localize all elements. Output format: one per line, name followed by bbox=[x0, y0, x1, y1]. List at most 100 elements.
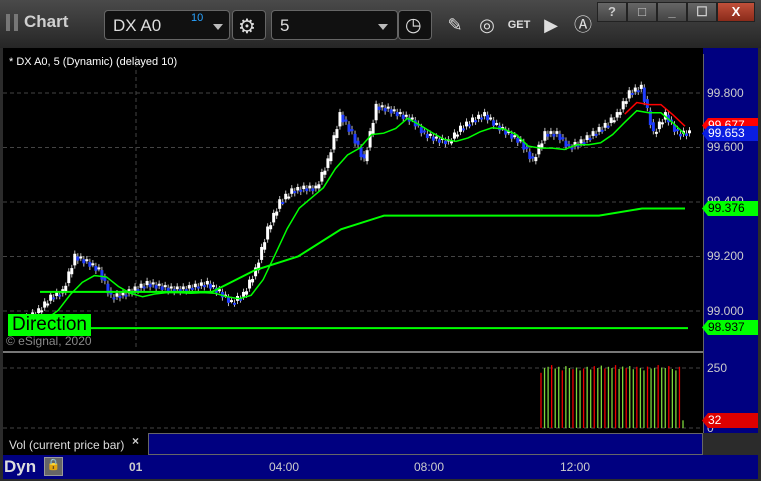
candle bbox=[591, 131, 595, 136]
pane-divider[interactable] bbox=[3, 351, 703, 353]
direction-label: Direction bbox=[8, 314, 91, 336]
candle bbox=[489, 117, 493, 120]
candle bbox=[302, 185, 306, 190]
candle bbox=[389, 109, 393, 114]
candle bbox=[642, 87, 646, 102]
time-label: 04:00 bbox=[269, 460, 300, 474]
candle bbox=[431, 136, 435, 141]
candle bbox=[293, 191, 297, 194]
candle bbox=[422, 130, 426, 133]
candle bbox=[58, 294, 62, 297]
candle bbox=[558, 133, 562, 141]
candle bbox=[40, 310, 44, 313]
candle bbox=[477, 114, 481, 119]
candle bbox=[133, 286, 137, 291]
dynamic-mode-label[interactable]: Dyn bbox=[4, 457, 36, 477]
candle bbox=[226, 297, 230, 303]
candle bbox=[675, 129, 679, 132]
candle bbox=[627, 90, 631, 99]
candle bbox=[398, 112, 402, 115]
candle bbox=[552, 133, 556, 137]
candle bbox=[163, 285, 167, 288]
candle bbox=[154, 285, 158, 289]
candle bbox=[97, 267, 101, 270]
candle bbox=[606, 125, 610, 128]
candle bbox=[317, 184, 321, 189]
candle bbox=[49, 294, 53, 301]
candle bbox=[633, 87, 637, 92]
candle bbox=[202, 285, 206, 288]
candle bbox=[251, 278, 255, 283]
candle bbox=[344, 119, 348, 122]
candle bbox=[91, 263, 95, 266]
candle bbox=[688, 130, 692, 134]
candle bbox=[266, 226, 270, 240]
candle bbox=[290, 188, 294, 194]
candle bbox=[151, 282, 155, 285]
candle bbox=[492, 120, 496, 126]
candle bbox=[455, 134, 459, 137]
candle bbox=[630, 93, 634, 95]
candle bbox=[326, 158, 330, 168]
candle bbox=[510, 133, 514, 139]
candle bbox=[404, 114, 408, 117]
lower-green-tag: 98.937 bbox=[702, 320, 758, 335]
candle bbox=[37, 308, 41, 314]
candle bbox=[43, 301, 47, 308]
candle bbox=[546, 133, 550, 137]
candle bbox=[480, 117, 484, 120]
candle bbox=[142, 286, 146, 289]
candle bbox=[175, 286, 179, 290]
candle bbox=[570, 147, 574, 150]
close-study-icon[interactable]: × bbox=[132, 434, 139, 448]
candle bbox=[585, 135, 589, 141]
candle bbox=[67, 271, 71, 284]
candle bbox=[118, 296, 122, 299]
candle bbox=[296, 187, 300, 191]
candle bbox=[211, 285, 215, 288]
candle bbox=[434, 136, 438, 139]
candle bbox=[196, 286, 200, 289]
candle bbox=[308, 185, 312, 189]
volume-last-tag: 32 bbox=[702, 413, 758, 428]
candle bbox=[458, 125, 462, 132]
candle bbox=[245, 291, 249, 295]
candle bbox=[525, 146, 529, 149]
candle bbox=[395, 112, 399, 117]
candle bbox=[579, 139, 583, 144]
candle bbox=[654, 131, 658, 134]
candle bbox=[272, 212, 276, 223]
candle bbox=[362, 154, 366, 159]
candle bbox=[350, 129, 354, 132]
candle bbox=[281, 202, 285, 204]
candle bbox=[275, 211, 279, 216]
copyright: © eSignal, 2020 bbox=[6, 334, 92, 348]
candle bbox=[232, 302, 236, 305]
candle bbox=[124, 294, 128, 297]
candle bbox=[347, 124, 351, 132]
candle bbox=[320, 172, 324, 182]
lock-icon[interactable]: 🔒 bbox=[44, 457, 63, 476]
candle bbox=[323, 170, 327, 175]
candle bbox=[356, 140, 360, 145]
candle bbox=[386, 106, 390, 109]
candle bbox=[46, 303, 50, 306]
volume-study-label: Vol (current price bar) bbox=[3, 433, 148, 455]
time-label: 08:00 bbox=[414, 460, 445, 474]
time-axis[interactable] bbox=[3, 455, 758, 479]
upper-green-line bbox=[40, 207, 685, 293]
candle bbox=[85, 259, 89, 262]
candle bbox=[612, 120, 616, 123]
candle bbox=[353, 133, 357, 144]
candle bbox=[468, 124, 472, 127]
candle bbox=[462, 128, 466, 131]
candle bbox=[639, 84, 643, 89]
candle bbox=[534, 157, 538, 162]
candle bbox=[380, 105, 384, 108]
candle bbox=[540, 143, 544, 148]
candle bbox=[516, 137, 520, 143]
candle bbox=[341, 114, 345, 123]
candle bbox=[543, 131, 547, 141]
candle bbox=[465, 121, 469, 127]
candle bbox=[582, 142, 586, 145]
